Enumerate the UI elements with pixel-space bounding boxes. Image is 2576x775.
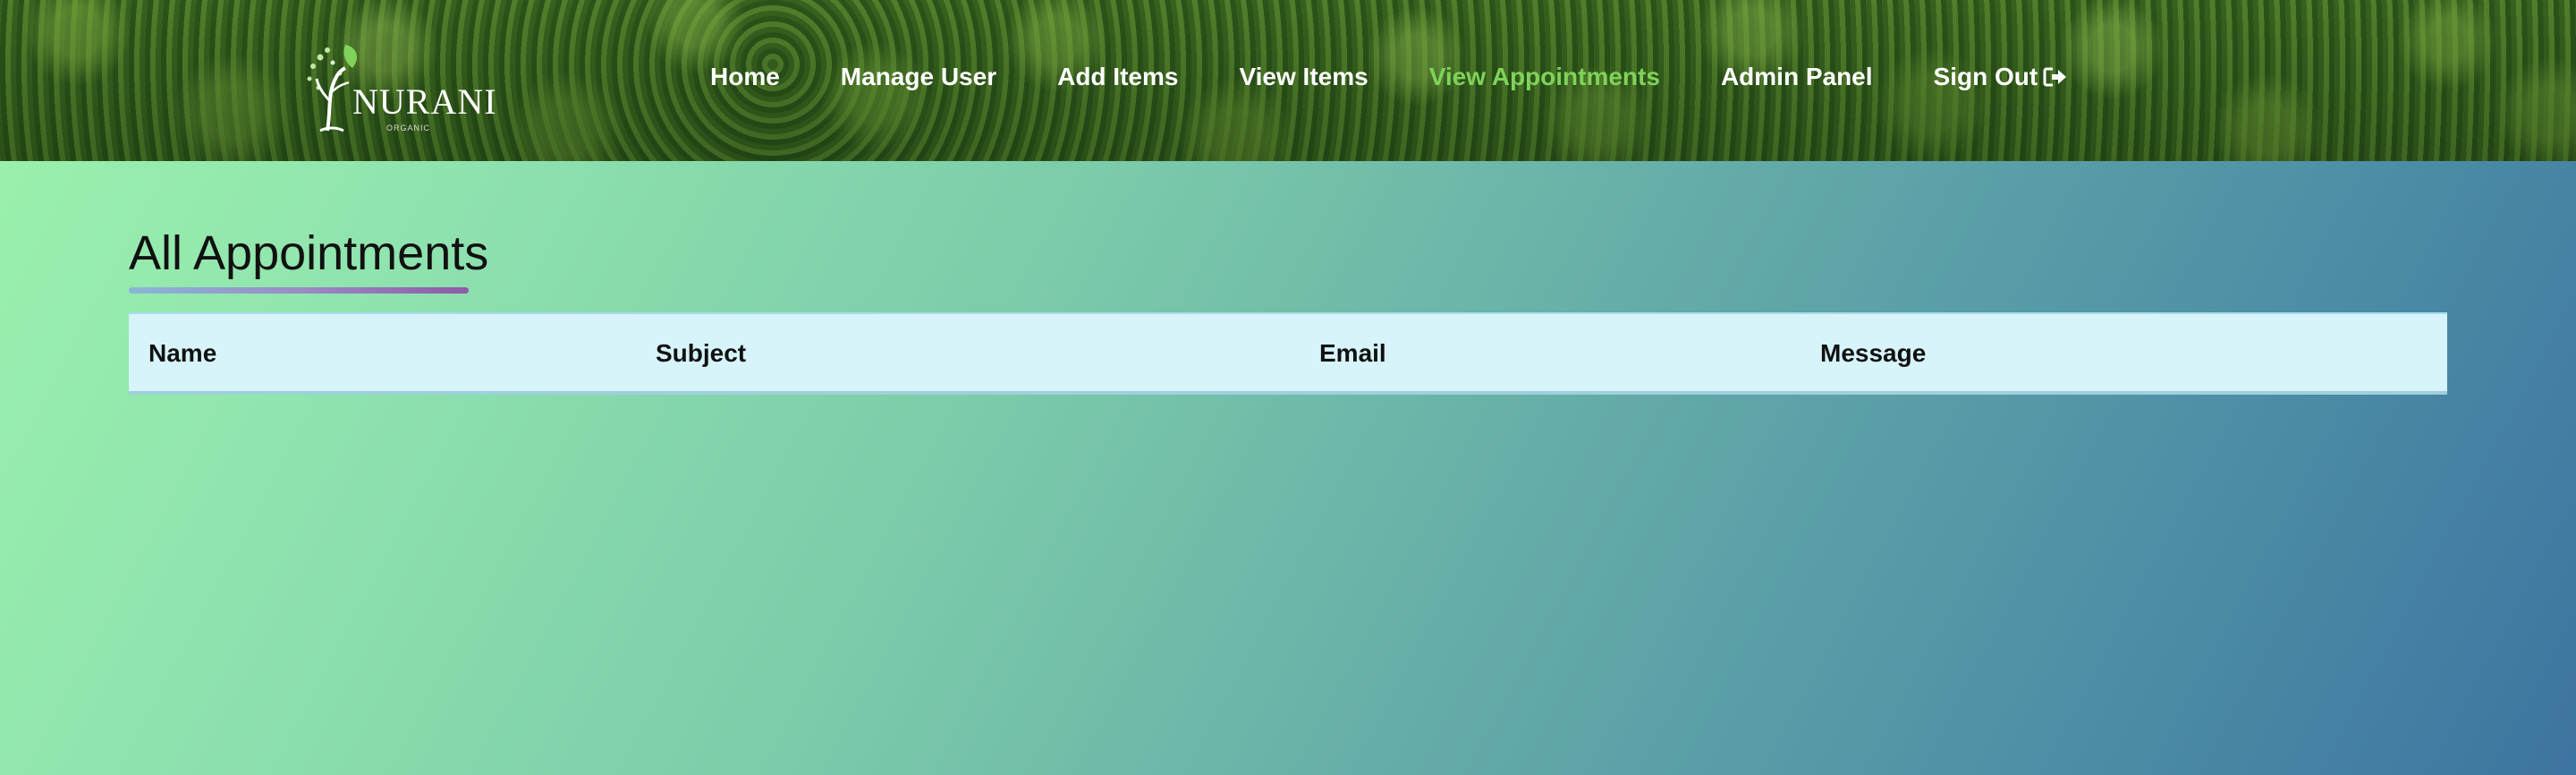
nav-manage-user[interactable]: Manage User bbox=[841, 63, 996, 91]
title-underline bbox=[129, 287, 469, 294]
column-header-message: Message bbox=[1820, 339, 1927, 367]
appointments-table: Name Subject Email Message bbox=[129, 312, 2447, 395]
nav-add-items[interactable]: Add Items bbox=[1057, 63, 1178, 91]
nav-sign-out[interactable]: Sign Out bbox=[1934, 63, 2069, 91]
column-header-email: Email bbox=[1319, 339, 1386, 367]
brand-name: NURANI bbox=[352, 81, 497, 122]
nav-view-items[interactable]: View Items bbox=[1239, 63, 1368, 91]
nav-view-appointments[interactable]: View Appointments bbox=[1429, 63, 1660, 91]
brand-tagline: ORGANIC bbox=[386, 123, 431, 132]
nav-admin-panel[interactable]: Admin Panel bbox=[1721, 63, 1873, 91]
nav-home[interactable]: Home bbox=[710, 63, 780, 91]
main-nav: Home Manage User Add Items View Items Vi… bbox=[710, 59, 2068, 95]
page-title: All Appointments bbox=[129, 226, 489, 280]
column-header-name: Name bbox=[148, 339, 217, 367]
sign-out-icon bbox=[2043, 67, 2067, 87]
column-header-subject: Subject bbox=[656, 339, 747, 367]
nav-sign-out-label: Sign Out bbox=[1933, 63, 2038, 90]
brand-logo[interactable]: NURANI ORGANIC bbox=[301, 38, 497, 136]
header-banner: NURANI ORGANIC Home Manage User Add Item… bbox=[0, 0, 2576, 161]
